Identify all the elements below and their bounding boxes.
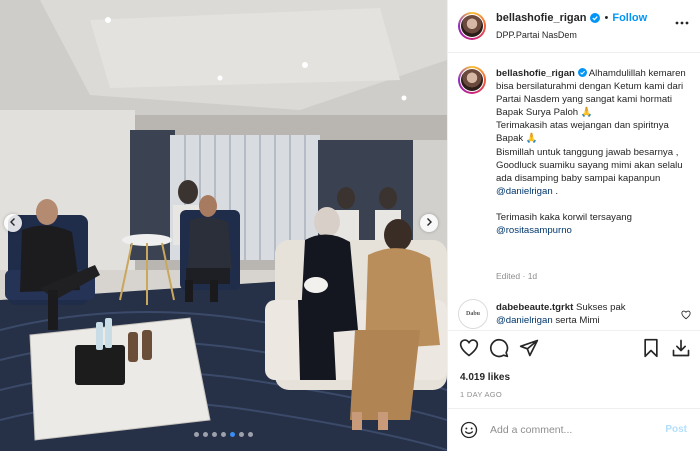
add-comment-bar: Post <box>448 408 700 452</box>
more-horizontal-icon <box>675 12 689 30</box>
post-caption: bellashofie_rigan Alhamdulillah kemaren … <box>496 67 690 237</box>
save-button[interactable] <box>640 338 662 363</box>
carousel-next-button[interactable] <box>420 214 438 232</box>
caption-time: 1d <box>527 271 538 281</box>
share-button[interactable] <box>518 339 540 361</box>
post-comment-button[interactable]: Post <box>665 424 687 435</box>
comment-text: Sukses pak <box>575 302 626 313</box>
comment-like-button[interactable] <box>681 307 691 325</box>
mention-link[interactable]: @rositasampurno <box>496 224 690 237</box>
edited-label: Edited <box>496 271 521 281</box>
commenter-avatar[interactable]: Dabu <box>458 299 488 329</box>
caption-text-3: Bismillah untuk tanggung jawab besarnya … <box>496 146 683 184</box>
caption-username[interactable]: bellashofie_rigan <box>496 68 575 79</box>
comment-text-end: serta Mimi <box>555 315 600 326</box>
comment-icon <box>489 338 509 363</box>
post-header: bellashofie_rigan • Follow DPP.Partai Na… <box>448 0 700 53</box>
verified-badge-icon <box>590 13 601 23</box>
comments-scroll-area[interactable]: bellashofie_rigan Alhamdulillah kemaren … <box>448 53 700 330</box>
caption-text-4: Terimasih kaka korwil tersayang <box>496 211 632 223</box>
caption-text-3-end: . <box>552 185 559 197</box>
chevron-right-icon <box>424 214 434 232</box>
like-button[interactable] <box>458 338 480 363</box>
verified-badge-icon <box>577 68 587 79</box>
author-avatar[interactable] <box>458 12 486 40</box>
carousel-dot <box>221 432 226 437</box>
download-button[interactable] <box>670 339 692 361</box>
carousel-dot <box>230 432 235 437</box>
header-separator: • <box>604 12 609 24</box>
author-username[interactable]: bellashofie_rigan <box>496 12 586 24</box>
post-location[interactable]: DPP.Partai NasDem <box>496 30 577 40</box>
carousel-dot <box>194 432 199 437</box>
chevron-left-icon <box>8 214 18 232</box>
carousel-dot <box>239 432 244 437</box>
carousel-prev-button[interactable] <box>4 214 22 232</box>
heart-icon <box>681 307 691 324</box>
heart-icon <box>459 338 479 363</box>
carousel-indicator <box>0 432 447 437</box>
emoji-icon[interactable] <box>460 421 478 444</box>
caption-meta: Edited · 1d <box>496 271 537 281</box>
carousel-dot <box>203 432 208 437</box>
bookmark-icon <box>642 338 660 363</box>
commenter-username[interactable]: dabebeaute.tgrkt <box>496 302 573 313</box>
meta-separator: · <box>522 271 526 281</box>
post-actions <box>448 330 700 371</box>
post-photo[interactable] <box>0 0 447 451</box>
mention-link[interactable]: @danielrigan <box>496 186 553 197</box>
post-side-panel: bellashofie_rigan • Follow DPP.Partai Na… <box>447 0 700 451</box>
send-icon <box>519 338 539 363</box>
likes-count[interactable]: 4.019 likes <box>460 372 510 383</box>
comment-input[interactable] <box>490 422 650 438</box>
caption-text-2: Terimakasih atas wejangan dan spiritnya … <box>496 120 669 145</box>
comment-button[interactable] <box>488 338 510 363</box>
carousel-dot <box>248 432 253 437</box>
download-icon <box>671 338 691 363</box>
post-date: 1 DAY AGO <box>460 390 503 399</box>
caption-author-avatar[interactable] <box>458 66 486 94</box>
carousel-dot <box>212 432 217 437</box>
photo-scene <box>0 0 447 451</box>
follow-button[interactable]: Follow <box>612 12 647 24</box>
mention-link[interactable]: @danielrigan <box>496 315 553 326</box>
more-options-button[interactable] <box>675 14 689 28</box>
